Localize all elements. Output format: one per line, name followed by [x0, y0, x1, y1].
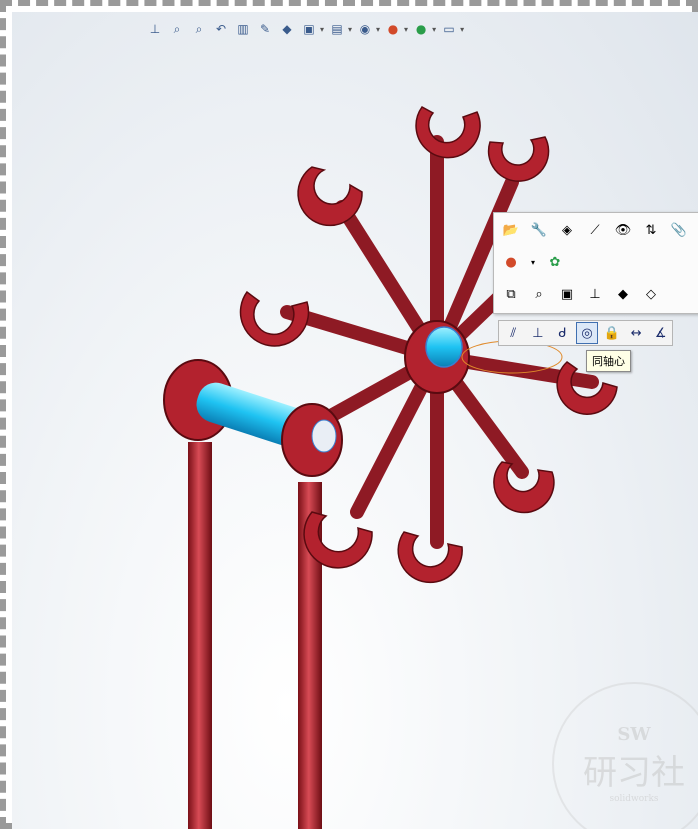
- watermark-sub: solidworks: [609, 794, 659, 804]
- context-toolbar-row-3: ⧉ ⌕ ▣ ⊥ ◆ ◇: [500, 283, 662, 305]
- stand-rod-left[interactable]: [188, 442, 212, 829]
- appearance-caret-icon[interactable]: ▾: [528, 251, 538, 273]
- zoom-to-selection-icon[interactable]: ⌕: [528, 283, 550, 305]
- distance-mate-icon[interactable]: ↔: [625, 322, 648, 344]
- watermark-main: 研习社: [583, 753, 685, 793]
- perpendicular-mate-icon[interactable]: ⊥: [527, 322, 550, 344]
- angle-mate-icon[interactable]: ∡: [649, 322, 672, 344]
- normal-to-icon[interactable]: ▣: [556, 283, 578, 305]
- context-toolbar-row-1: 📂 🔧 ◈ ⟋ 👁 ⇅ 📎: [500, 219, 690, 241]
- concentric-mate-icon[interactable]: ◎: [575, 322, 599, 344]
- rebuild-icon[interactable]: 🔧: [528, 219, 550, 241]
- component-properties-icon[interactable]: ◈: [556, 219, 578, 241]
- paperclip-icon[interactable]: 📎: [668, 219, 690, 241]
- window-frame: ⊥ ⌕ ⌕ ↶ ▥ ✎ ◆ ▣ ▾ ▤ ▾ ◉ ▾ ● ▾ ● ▾ ▭ ▾ 📂 …: [0, 0, 698, 829]
- right-bearing-bore: [311, 419, 337, 453]
- graphics-area[interactable]: ⊥ ⌕ ⌕ ↶ ▥ ✎ ◆ ▣ ▾ ▤ ▾ ◉ ▾ ● ▾ ● ▾ ▭ ▾ 📂 …: [12, 12, 698, 829]
- watermark-top: SW: [617, 724, 651, 745]
- mate-toolbar: ⫽ ⊥ ᑯ ◎ 🔒 ↔ ∡: [498, 320, 673, 346]
- mate-icon[interactable]: ⊥: [584, 283, 606, 305]
- hub-bore-highlight[interactable]: [425, 326, 463, 368]
- isolate-icon[interactable]: 👁: [612, 219, 634, 241]
- parallel-mate-icon[interactable]: ⫽: [502, 322, 525, 344]
- context-toolbar-row-2: ● ▾ ✿: [500, 251, 566, 273]
- context-toolbar: 📂 🔧 ◈ ⟋ 👁 ⇅ 📎 ● ▾ ✿ ⧉ ⌕ ▣ ⊥ ◆ ◇: [493, 212, 698, 314]
- tangent-mate-icon[interactable]: ᑯ: [551, 322, 574, 344]
- apply-scene-icon[interactable]: ✿: [544, 251, 566, 273]
- change-transparency-icon[interactable]: ⇅: [640, 219, 662, 241]
- appearance-icon[interactable]: ●: [500, 251, 522, 273]
- select-other-icon[interactable]: ⧉: [500, 283, 522, 305]
- hide-icon[interactable]: ⟋: [584, 219, 606, 241]
- reference-icon[interactable]: ◇: [640, 283, 662, 305]
- lock-mate-icon[interactable]: 🔒: [600, 322, 623, 344]
- open-part-icon[interactable]: 📂: [500, 219, 522, 241]
- concentric-tooltip: 同轴心: [586, 350, 631, 372]
- view-orientation-icon[interactable]: ◆: [612, 283, 634, 305]
